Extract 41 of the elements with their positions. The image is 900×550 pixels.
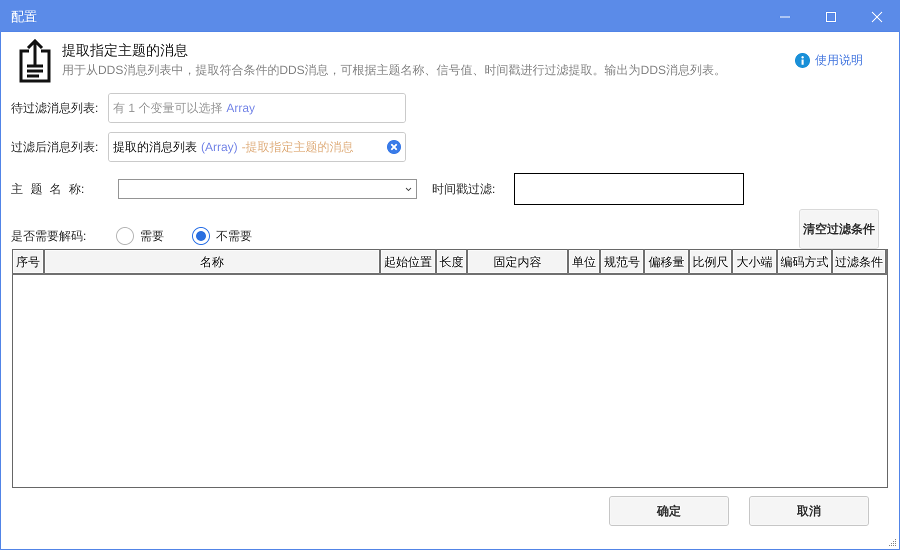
close-icon[interactable] xyxy=(871,10,883,22)
topic-dropdown[interactable] xyxy=(118,179,417,199)
radio-button[interactable] xyxy=(116,227,134,245)
column-header[interactable]: 比例尺 xyxy=(690,250,733,273)
column-header[interactable]: 规范号 xyxy=(601,250,645,273)
field-label: 主 题 名 称: xyxy=(11,181,86,198)
column-header[interactable]: 偏移量 xyxy=(645,250,690,273)
type-hint: Array xyxy=(226,100,256,117)
output-field[interactable]: 提取的消息列表 (Array) -提取指定主题的消息 xyxy=(108,132,406,162)
column-header[interactable]: 起始位置 xyxy=(381,250,437,273)
dialog-button[interactable]: 确定 xyxy=(609,496,729,526)
clear-icon[interactable] xyxy=(387,140,401,154)
placeholder-text: 有 1 个变量可以选择 xyxy=(113,100,222,117)
radio-label[interactable]: 不需要 xyxy=(216,227,252,245)
maximize-icon[interactable] xyxy=(825,10,837,22)
column-header[interactable]: 固定内容 xyxy=(468,250,569,273)
column-header[interactable]: 序号 xyxy=(13,250,45,273)
field-label: 过滤后消息列表: xyxy=(11,139,100,156)
column-header[interactable]: 长度 xyxy=(437,250,468,273)
help-link-text[interactable]: 使用说明 xyxy=(815,51,863,69)
field-label: 是否需要解码: xyxy=(11,228,88,245)
radio-label[interactable]: 需要 xyxy=(140,227,164,245)
field-value: 提取的消息列表 (Array) -提取指定主题的消息 xyxy=(113,139,355,156)
column-header[interactable]: 大小端 xyxy=(733,250,778,273)
header-description: 用于从DDS消息列表中，提取符合条件的DDS消息，可根据主题名称、信号值、时间戳进行过滤提取。输出为DDS消息列表。 xyxy=(62,62,728,79)
field-label: 时间戳过滤: xyxy=(432,181,496,198)
window-title: 配置 xyxy=(11,8,38,26)
column-header[interactable]: 编码方式 xyxy=(778,250,833,273)
timestamp-field[interactable] xyxy=(514,173,744,205)
help-link[interactable]: 使用说明 xyxy=(795,51,863,69)
info-icon xyxy=(795,52,810,68)
clear-filter-button[interactable]: 清空过滤条件 xyxy=(799,209,879,249)
dialog-button[interactable]: 取消 xyxy=(749,496,869,526)
upload-document-icon xyxy=(17,39,53,83)
field-label: 待过滤消息列表: xyxy=(11,100,100,117)
chevron-down-icon xyxy=(405,186,412,192)
header-title: 提取指定主题的消息 xyxy=(62,41,189,59)
column-header[interactable]: 名称 xyxy=(45,250,381,273)
column-header[interactable]: 过滤条件 xyxy=(833,250,887,273)
radio-button[interactable] xyxy=(192,227,210,245)
column-header[interactable]: 单位 xyxy=(569,250,601,273)
